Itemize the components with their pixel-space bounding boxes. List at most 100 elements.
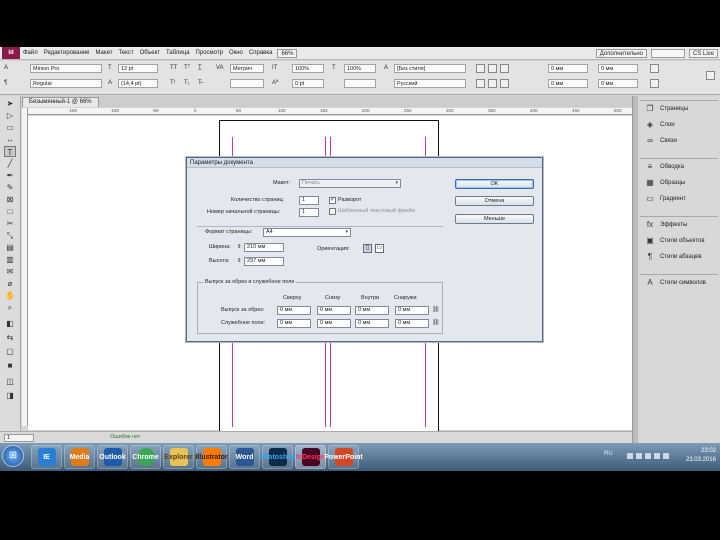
fewer-options-button[interactable]: Меньше	[455, 214, 534, 224]
cs-live-button[interactable]: CS Live	[688, 48, 718, 58]
pen-tool-icon[interactable]: ✒	[4, 170, 16, 181]
note-tool-icon[interactable]: ✉	[4, 266, 16, 277]
menu-object[interactable]: Объект	[137, 50, 163, 56]
right-indent-input[interactable]: 0 мм	[598, 64, 638, 73]
menu-help[interactable]: Справка	[246, 50, 276, 56]
taskbar-outlook[interactable]: Outlook	[97, 445, 128, 469]
page-number-field[interactable]: 1	[4, 434, 34, 442]
menu-file[interactable]: Файл	[20, 50, 41, 56]
superscript-icon[interactable]: T¹	[170, 79, 176, 88]
formatting-container-icon[interactable]: ▢	[4, 346, 16, 357]
taskbar-illustrator[interactable]: Illustrator	[195, 445, 228, 469]
menu-type[interactable]: Текст	[115, 50, 136, 56]
first-line-indent-input[interactable]: 0 мм	[548, 79, 588, 88]
slug-outside-input[interactable]: 0 мм	[395, 319, 429, 328]
space-before-icon[interactable]	[650, 64, 659, 73]
vertical-scale-input[interactable]: 100%	[292, 64, 324, 73]
preset-select[interactable]: Печать ▾	[299, 179, 401, 188]
skew-input[interactable]	[344, 79, 376, 88]
cancel-button[interactable]: Отмена	[455, 196, 534, 206]
gradient-feather-tool-icon[interactable]: ▥	[4, 254, 16, 265]
last-line-indent-input[interactable]: 0 мм	[598, 79, 638, 88]
panel-paragraph-styles[interactable]: ¶ Стили абзацев	[640, 249, 718, 265]
tray-icons[interactable]	[627, 453, 677, 461]
hand-tool-icon[interactable]: ✋	[4, 290, 16, 301]
tray-icon[interactable]	[645, 453, 651, 459]
font-family-select[interactable]: Minion Pro	[30, 64, 102, 73]
direct-selection-tool-icon[interactable]: ▷	[4, 110, 16, 121]
align-right-icon[interactable]	[500, 64, 509, 73]
document-tab[interactable]: Безымянный-1 @ 66%	[22, 97, 99, 107]
font-style-select[interactable]: Regular	[30, 79, 102, 88]
character-mode-icon[interactable]: A	[4, 64, 8, 73]
help-search-input[interactable]	[650, 48, 685, 58]
slug-inside-input[interactable]: 0 мм	[355, 319, 389, 328]
pencil-tool-icon[interactable]: ✎	[4, 182, 16, 193]
tray-icon[interactable]	[627, 453, 633, 459]
strikethrough-icon[interactable]: T̶	[198, 79, 202, 88]
taskbar-photoshop[interactable]: Photoshop	[259, 445, 296, 469]
language-indicator[interactable]: RU	[604, 451, 613, 457]
slug-top-input[interactable]: 0 мм	[277, 319, 311, 328]
kerning-select[interactable]: Метрич	[230, 64, 264, 73]
language-select[interactable]: Русский	[394, 79, 466, 88]
left-indent-input[interactable]: 0 мм	[548, 64, 588, 73]
width-input[interactable]: 210 мм	[244, 243, 284, 252]
free-transform-tool-icon[interactable]: ⤡	[4, 230, 16, 241]
bleed-outside-input[interactable]: 0 мм	[395, 306, 429, 315]
small-caps-icon[interactable]: Tᵀ	[184, 64, 190, 73]
justify-left-icon[interactable]	[476, 79, 485, 88]
menu-layout[interactable]: Макет	[92, 50, 115, 56]
taskbar-chrome[interactable]: Chrome	[130, 445, 161, 469]
panel-effects[interactable]: fx Эффекты	[640, 217, 718, 233]
swap-colors-icon[interactable]: ⇆	[4, 332, 16, 343]
menu-edit[interactable]: Редактирование	[41, 50, 93, 56]
tray-icon[interactable]	[636, 453, 642, 459]
zoom-tool-icon[interactable]: ⌕	[4, 302, 16, 313]
justify-all-icon[interactable]	[500, 79, 509, 88]
gradient-tool-icon[interactable]: ▤	[4, 242, 16, 253]
master-text-frame-checkbox[interactable]	[329, 208, 336, 215]
link-icon[interactable]: ⛓	[432, 306, 440, 315]
gap-tool-icon[interactable]: ↔	[4, 134, 16, 145]
panel-gradient[interactable]: ▭ Градиент	[640, 191, 718, 207]
menu-window[interactable]: Окно	[226, 50, 246, 56]
paragraph-mode-icon[interactable]: ¶	[4, 79, 7, 88]
horizontal-scale-input[interactable]: 100%	[344, 64, 376, 73]
taskbar-powerpoint[interactable]: PowerPoint	[324, 445, 363, 469]
horizontal-ruler[interactable]: -150 -100 -50 0 50 100 150 200 250 300 3…	[28, 108, 632, 115]
slug-bottom-input[interactable]: 0 мм	[317, 319, 351, 328]
network-icon[interactable]	[663, 453, 669, 459]
page-size-select[interactable]: A4 ▾	[263, 228, 351, 237]
panel-layers[interactable]: ◈ Слои	[640, 117, 718, 133]
subscript-icon[interactable]: T₁	[184, 79, 190, 88]
menu-table[interactable]: Таблица	[163, 50, 193, 56]
justify-center-icon[interactable]	[488, 79, 497, 88]
pages-input[interactable]: 1	[299, 196, 319, 205]
facing-pages-checkbox[interactable]: ✓	[329, 197, 336, 204]
width-stepper-icon[interactable]: ⇕	[237, 244, 242, 250]
leading-input[interactable]: (14,4 pt)	[118, 79, 158, 88]
panel-links[interactable]: ∞ Связи	[640, 133, 718, 149]
volume-icon[interactable]	[654, 453, 660, 459]
align-center-icon[interactable]	[488, 64, 497, 73]
landscape-icon[interactable]: ▭	[375, 244, 384, 253]
type-tool-icon[interactable]: T	[4, 146, 16, 157]
taskbar-ie[interactable]: IE	[31, 445, 62, 469]
taskbar-explorer[interactable]: Explorer	[163, 445, 194, 469]
align-left-icon[interactable]	[476, 64, 485, 73]
underline-icon[interactable]: T̲	[198, 64, 202, 73]
preview-mode-icon[interactable]: ◨	[4, 390, 16, 401]
all-caps-icon[interactable]: TT	[170, 64, 177, 73]
line-tool-icon[interactable]: ╱	[4, 158, 16, 169]
taskbar-word[interactable]: Word	[229, 445, 260, 469]
taskbar-media[interactable]: Media	[64, 445, 95, 469]
panel-stroke[interactable]: ≡ Обводка	[640, 159, 718, 175]
height-input[interactable]: 297 мм	[244, 257, 284, 266]
font-size-input[interactable]: 12 pt	[118, 64, 158, 73]
selection-tool-icon[interactable]: ➤	[4, 98, 16, 109]
tracking-input[interactable]	[230, 79, 264, 88]
zoom-select[interactable]: 66%	[277, 48, 298, 58]
eyedropper-tool-icon[interactable]: ⌀	[4, 278, 16, 289]
portrait-icon[interactable]: ▯	[363, 244, 372, 253]
